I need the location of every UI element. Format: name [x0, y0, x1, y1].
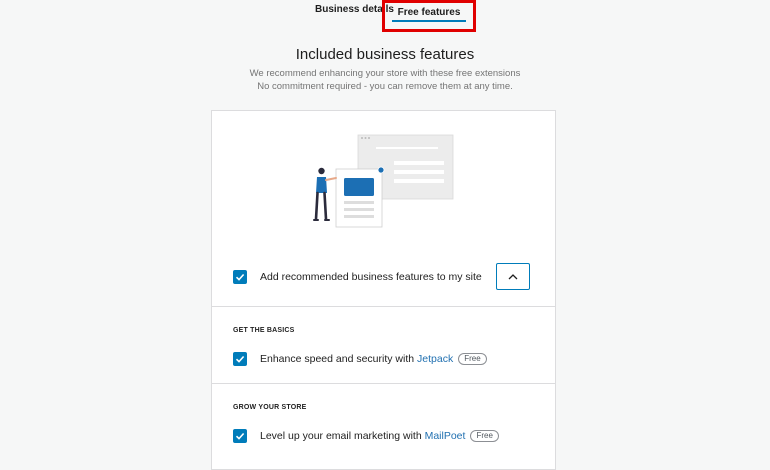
step-tabs: Business details Free features	[0, 0, 770, 36]
free-badge: Free	[470, 430, 499, 443]
free-badge: Free	[458, 353, 487, 366]
mailpoet-checkbox[interactable]	[233, 429, 247, 443]
checkmark-icon	[235, 273, 245, 281]
collapse-button[interactable]	[496, 263, 530, 290]
section-divider	[212, 306, 555, 307]
mailpoet-label: Level up your email marketing with MailP…	[260, 429, 499, 443]
chevron-up-icon	[508, 273, 518, 279]
features-card: Add recommended business features to my …	[211, 110, 556, 470]
checkmark-icon	[235, 432, 245, 440]
feature-row-jetpack: Enhance speed and security with Jetpack F…	[233, 351, 487, 367]
page-title: Included business features	[295, 46, 475, 63]
feature-row-mailpoet: Level up your email marketing with MailP…	[233, 428, 499, 444]
section-title-basics: GET THE BASICS	[233, 327, 295, 334]
active-tab-indicator	[392, 20, 466, 22]
business-features-illustration	[313, 134, 454, 228]
jetpack-checkbox[interactable]	[233, 352, 247, 366]
mailpoet-label-text: Level up your email marketing with	[260, 429, 425, 442]
main-option-row: Add recommended business features to my …	[233, 269, 482, 285]
jetpack-link[interactable]: Jetpack	[417, 353, 453, 365]
main-option-checkbox[interactable]	[233, 270, 247, 284]
tab-free-features-label: Free features	[397, 7, 461, 18]
section-divider	[212, 383, 555, 384]
jetpack-label-text: Enhance speed and security with	[260, 352, 418, 365]
jetpack-label: Enhance speed and security with Jetpack F…	[260, 352, 487, 366]
mailpoet-link[interactable]: MailPoet	[425, 430, 466, 442]
checkmark-icon	[235, 355, 245, 363]
page-subtitle-line1: We recommend enhancing your store with t…	[249, 68, 521, 79]
main-option-label: Add recommended business features to my …	[260, 271, 482, 283]
page-subtitle-line2: No commitment required - you can remove …	[257, 81, 513, 92]
section-title-grow: GROW YOUR STORE	[233, 404, 307, 411]
tab-free-features[interactable]: Free features	[382, 0, 476, 32]
